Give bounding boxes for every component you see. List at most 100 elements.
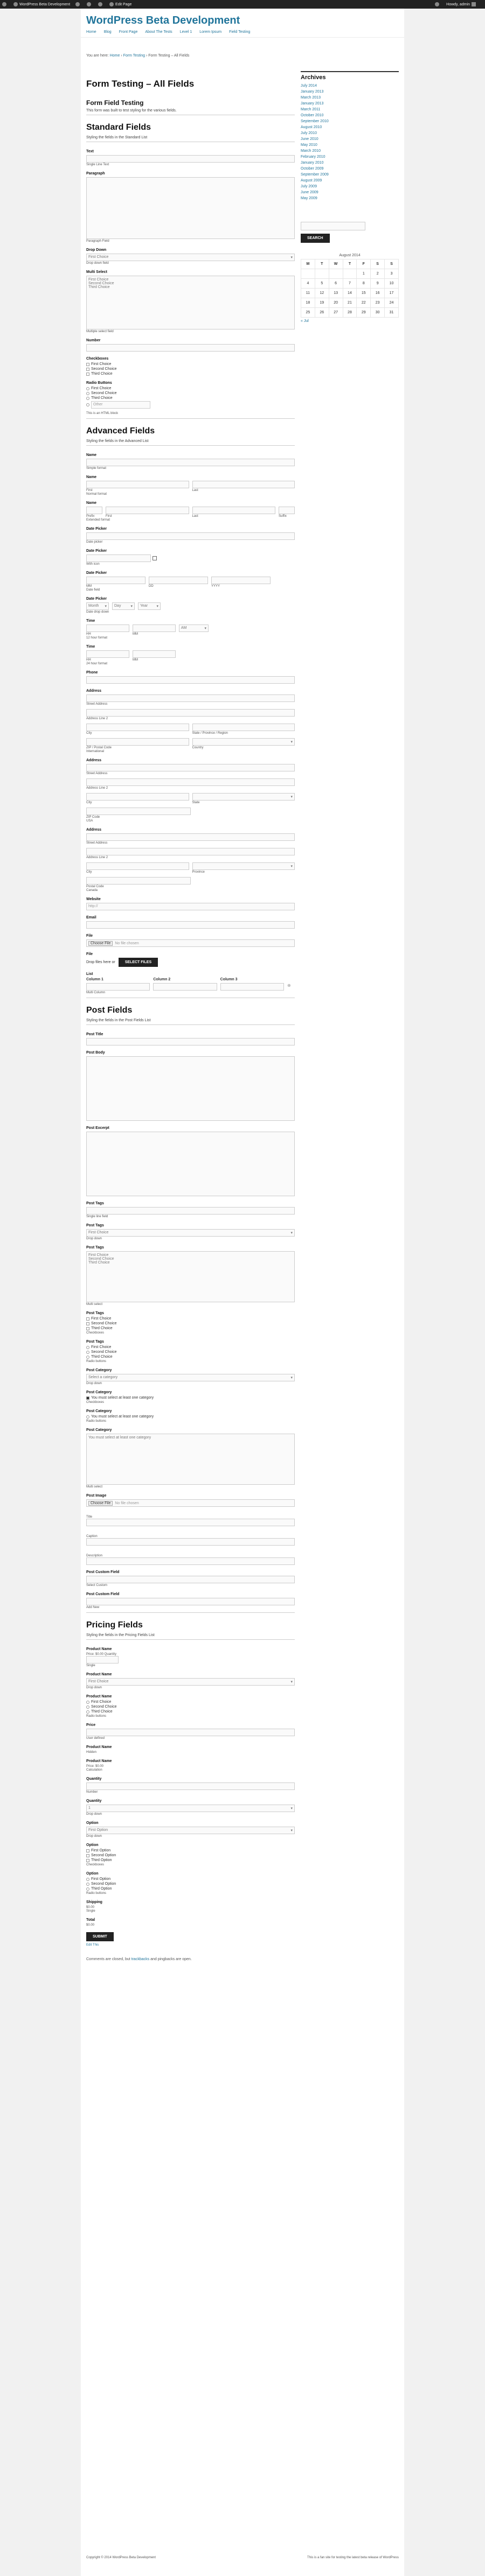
choose-file-button[interactable]: Choose File: [88, 1500, 113, 1506]
radio-option[interactable]: First Choice: [86, 1345, 295, 1349]
minute-input[interactable]: [133, 624, 176, 632]
hour-input[interactable]: [86, 650, 129, 658]
radio-option[interactable]: Second Option: [86, 1882, 295, 1886]
zip-input[interactable]: [86, 808, 191, 815]
option-select[interactable]: First Option ▾: [86, 1827, 295, 1834]
prefix-input[interactable]: [86, 507, 102, 514]
archive-link[interactable]: August 2010: [301, 125, 399, 129]
choose-file-button[interactable]: Choose File: [88, 940, 113, 946]
archive-link[interactable]: October 2009: [301, 167, 399, 171]
add-row-icon[interactable]: ⊕: [287, 983, 295, 991]
image-file-input[interactable]: Choose File No file chosen: [86, 1499, 295, 1507]
phone-input[interactable]: [86, 676, 295, 684]
custom-field-input[interactable]: [86, 1598, 295, 1605]
radio-option[interactable]: First Option: [86, 1877, 295, 1881]
archive-link[interactable]: October 2010: [301, 114, 399, 117]
nav-about[interactable]: About The Tests: [145, 30, 172, 34]
image-title-input[interactable]: [86, 1519, 295, 1526]
archive-link[interactable]: July 2014: [301, 84, 399, 88]
search-button[interactable]: SEARCH: [301, 234, 330, 243]
category-select[interactable]: Select a category ▾: [86, 1374, 295, 1381]
ampm-select[interactable]: AM ▾: [179, 624, 209, 632]
price-input[interactable]: [86, 1729, 295, 1736]
month-input[interactable]: [86, 577, 146, 584]
drop-zone[interactable]: Drop files here or SELECT FILES: [86, 958, 295, 967]
custom-field-input[interactable]: [86, 1576, 295, 1583]
zip-input[interactable]: [86, 738, 189, 746]
radio[interactable]: [86, 1355, 89, 1359]
checkbox[interactable]: [86, 362, 89, 366]
post-excerpt-textarea[interactable]: [86, 1132, 295, 1196]
image-desc-input[interactable]: [86, 1557, 295, 1565]
checkbox[interactable]: [86, 1849, 89, 1852]
multi-option[interactable]: First Choice: [88, 278, 293, 282]
radio-option[interactable]: Other: [86, 401, 295, 409]
number-input[interactable]: [86, 344, 295, 352]
archive-link[interactable]: January 2010: [301, 161, 399, 165]
radio-option[interactable]: Third Option: [86, 1887, 295, 1891]
radio-option[interactable]: Third Choice: [86, 1355, 295, 1359]
radio[interactable]: [86, 1877, 89, 1881]
list-cell-input[interactable]: [86, 983, 150, 991]
list-cell-input[interactable]: [153, 983, 217, 991]
multi-option[interactable]: You must select at least one category: [88, 1436, 293, 1440]
admin-bar-account[interactable]: Howdy, admin: [446, 2, 477, 6]
day-select[interactable]: Day ▾: [112, 602, 135, 610]
archive-link[interactable]: September 2009: [301, 173, 399, 177]
city-input[interactable]: [86, 862, 189, 870]
archive-link[interactable]: July 2010: [301, 131, 399, 135]
line2-input[interactable]: [86, 709, 295, 717]
radio-option[interactable]: Second Choice: [86, 1350, 295, 1354]
nav-field-testing[interactable]: Field Testing: [229, 30, 250, 34]
product-select[interactable]: First Choice ▾: [86, 1678, 295, 1686]
post-body-textarea[interactable]: [86, 1056, 295, 1121]
line2-input[interactable]: [86, 778, 295, 786]
line2-input[interactable]: [86, 848, 295, 855]
nav-lorem[interactable]: Lorem Ipsum: [199, 30, 221, 34]
radio[interactable]: [86, 1705, 89, 1709]
radio[interactable]: [86, 1700, 89, 1704]
street-input[interactable]: [86, 833, 295, 841]
date-input[interactable]: [86, 532, 295, 540]
suffix-input[interactable]: [279, 507, 295, 514]
radio[interactable]: [86, 387, 89, 390]
admin-bar-site[interactable]: WordPress Beta Development: [13, 2, 70, 6]
multi-option[interactable]: First Choice: [88, 1253, 293, 1257]
trackbacks-link[interactable]: trackbacks: [131, 1957, 149, 1961]
breadcrumb-parent[interactable]: Form Testing: [123, 54, 145, 58]
hour-input[interactable]: [86, 624, 129, 632]
year-input[interactable]: [211, 577, 271, 584]
country-select[interactable]: ▾: [192, 738, 295, 746]
paragraph-textarea[interactable]: [86, 177, 295, 239]
archive-link[interactable]: January 2013: [301, 90, 399, 94]
city-input[interactable]: [86, 724, 189, 731]
list-cell-input[interactable]: [220, 983, 284, 991]
admin-bar-edit-page[interactable]: Edit Page: [109, 2, 131, 6]
archive-link[interactable]: September 2010: [301, 120, 399, 123]
checkbox-option[interactable]: Second Choice: [86, 1322, 295, 1325]
nav-blog[interactable]: Blog: [104, 30, 112, 34]
multi-option[interactable]: Third Choice: [88, 285, 293, 289]
postal-input[interactable]: [86, 877, 191, 885]
breadcrumb-home[interactable]: Home: [110, 54, 120, 58]
checkbox[interactable]: [86, 1396, 89, 1400]
city-input[interactable]: [86, 793, 189, 801]
state-select[interactable]: ▾: [192, 793, 295, 801]
archive-link[interactable]: July 2009: [301, 185, 399, 188]
radio[interactable]: [86, 403, 89, 406]
quantity-select[interactable]: 1 ▾: [86, 1805, 295, 1812]
admin-bar-new[interactable]: [98, 2, 104, 6]
radio-option[interactable]: Third Choice: [86, 1710, 295, 1714]
checkbox[interactable]: [86, 1317, 89, 1321]
checkbox[interactable]: [86, 1858, 89, 1862]
radio-option[interactable]: You must select at least one category: [86, 1415, 295, 1419]
first-name-input[interactable]: [106, 507, 189, 514]
nav-level-1[interactable]: Level 1: [180, 30, 192, 34]
select-files-button[interactable]: SELECT FILES: [118, 958, 158, 967]
other-input[interactable]: Other: [91, 401, 150, 409]
post-tags-select[interactable]: First Choice ▾: [86, 1229, 295, 1237]
radio[interactable]: [86, 391, 89, 395]
state-input[interactable]: [192, 724, 295, 731]
day-input[interactable]: [149, 577, 208, 584]
edit-link[interactable]: Edit This: [86, 1943, 295, 1947]
